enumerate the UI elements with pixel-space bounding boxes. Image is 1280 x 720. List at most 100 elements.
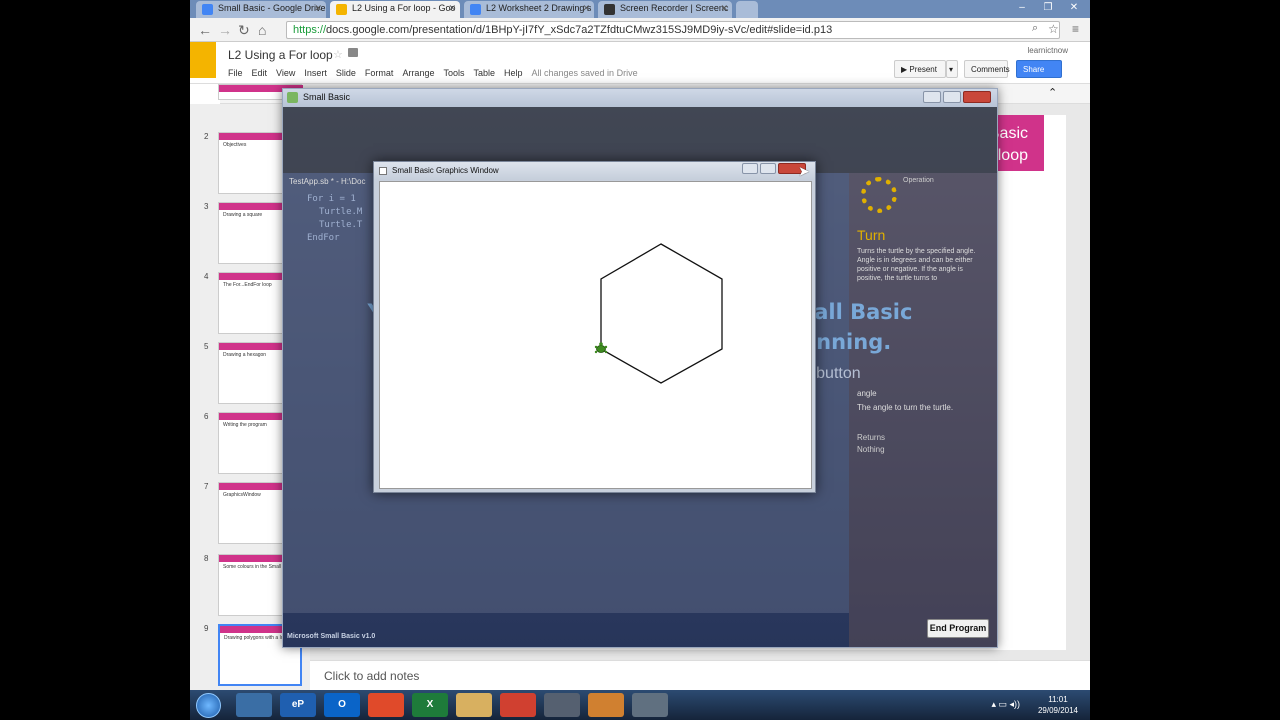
graphics-window-titlebar[interactable]: Small Basic Graphics Window <box>374 162 815 180</box>
menu-tools[interactable]: Tools <box>443 68 464 78</box>
speaker-notes[interactable]: Click to add notes <box>310 660 1090 690</box>
new-tab-button[interactable] <box>736 1 758 18</box>
url-field[interactable]: https://docs.google.com/presentation/d/1… <box>286 21 1060 39</box>
browser-tab-3[interactable]: L2 Worksheet 2 Drawing s ✕ <box>464 1 594 18</box>
taskbar-app[interactable] <box>236 693 272 717</box>
folder-icon[interactable] <box>348 48 358 57</box>
docs-icon <box>470 4 481 15</box>
star-icon[interactable]: ☆ <box>1048 22 1059 36</box>
browser-tab-2[interactable]: L2 Using a For loop - Goo ✕ <box>330 1 460 18</box>
drive-icon <box>202 4 213 15</box>
maximize-icon[interactable] <box>943 91 961 103</box>
taskbar-app[interactable] <box>632 693 668 717</box>
slide-number: 9 <box>204 624 209 633</box>
comments-button[interactable]: Comments <box>964 60 1010 78</box>
thumbnail-title: GraphicsWindow <box>223 492 261 498</box>
small-basic-titlebar[interactable]: Small Basic <box>283 89 997 107</box>
close-tab-icon[interactable]: ✕ <box>448 3 456 14</box>
minimize-icon[interactable] <box>923 91 941 103</box>
menu-bar: File Edit View Insert Slide Format Arrange Tool… <box>228 67 647 79</box>
windows-taskbar: eP O X ▴ ▭ ◂)) 11:01 29/09/2014 <box>190 690 1090 720</box>
close-tab-icon[interactable]: ✕ <box>314 3 322 14</box>
minimize-icon[interactable]: – <box>1010 0 1034 16</box>
user-name[interactable]: learnictnow <box>1028 46 1068 55</box>
share-button[interactable]: Share <box>1016 60 1062 78</box>
maximize-icon[interactable] <box>760 163 776 174</box>
hexagon-drawing <box>594 243 723 384</box>
thumbnail-title: Drawing a square <box>223 212 263 218</box>
help-title: Turn <box>857 227 886 243</box>
search-icon[interactable]: ⌕ <box>1032 22 1038 35</box>
clock[interactable]: 11:01 29/09/2014 <box>1038 694 1078 716</box>
window-icon <box>379 167 387 175</box>
menu-format[interactable]: Format <box>365 68 394 78</box>
menu-table[interactable]: Table <box>473 68 495 78</box>
present-dropdown[interactable]: ▾ <box>946 60 958 78</box>
close-icon[interactable]: ✕ <box>1062 0 1086 16</box>
hexagon-shape <box>600 243 723 384</box>
menu-edit[interactable]: Edit <box>252 68 268 78</box>
maximize-icon[interactable]: ❐ <box>1036 0 1060 16</box>
taskbar-app[interactable] <box>544 693 580 717</box>
taskbar-app[interactable]: eP <box>280 693 316 717</box>
forward-icon[interactable]: → <box>218 22 232 38</box>
start-button[interactable] <box>196 693 221 718</box>
taskbar-app[interactable] <box>500 693 536 717</box>
slides-logo-icon[interactable] <box>190 42 216 78</box>
code-lines: For i = 1 Turtle.M Turtle.T EndFor <box>307 194 363 243</box>
menu-insert[interactable]: Insert <box>304 68 327 78</box>
close-icon[interactable] <box>963 91 991 103</box>
gear-icon <box>861 177 897 213</box>
minimize-icon[interactable] <box>742 163 758 174</box>
end-program-button[interactable]: End Program <box>927 619 989 638</box>
save-status: All changes saved in Drive <box>531 68 638 78</box>
collapse-icon[interactable]: ⌃ <box>1048 86 1057 99</box>
thumbnail-title: Writing the program <box>223 422 267 428</box>
system-tray[interactable]: ▴ ▭ ◂)) <box>991 699 1020 710</box>
browser-tab-4[interactable]: Screen Recorder | Screenc ✕ <box>598 1 732 18</box>
slide-number: 6 <box>204 412 209 421</box>
taskbar-app[interactable] <box>456 693 492 717</box>
reload-icon[interactable]: ↻ <box>238 22 250 39</box>
close-tab-icon[interactable]: ✕ <box>582 3 590 14</box>
star-icon[interactable]: ☆ <box>333 48 343 61</box>
browser-tab-bar: Small Basic - Google Drive ✕ L2 Using a F… <box>190 0 1090 18</box>
small-basic-icon <box>287 92 298 103</box>
menu-file[interactable]: File <box>228 68 243 78</box>
thumbnail-title: The For...EndFor loop <box>223 282 272 288</box>
turtle-icon <box>594 342 608 354</box>
taskbar-app[interactable]: X <box>412 693 448 717</box>
graphics-canvas[interactable] <box>379 181 812 489</box>
address-bar-row: ← → ↻ ⌂ https://docs.google.com/presenta… <box>190 18 1090 42</box>
small-basic-version: Microsoft Small Basic v1.0 <box>287 633 376 640</box>
graphics-window: Small Basic Graphics Window <box>373 161 816 493</box>
help-returns-value: Nothing <box>857 445 885 454</box>
editor-tab[interactable]: TestApp.sb * - H:\Doc <box>289 177 365 186</box>
slides-icon <box>336 4 347 15</box>
menu-icon[interactable]: ≡ <box>1072 22 1079 36</box>
slide-number: 7 <box>204 482 209 491</box>
present-button[interactable]: ▶ Present <box>894 60 946 78</box>
window-controls: – ❐ ✕ <box>1010 0 1090 17</box>
close-tab-icon[interactable]: ✕ <box>720 3 728 14</box>
browser-tab-1[interactable]: Small Basic - Google Drive ✕ <box>196 1 326 18</box>
document-title[interactable]: L2 Using a For loop <box>228 48 333 62</box>
taskbar-app[interactable] <box>588 693 624 717</box>
menu-slide[interactable]: Slide <box>336 68 356 78</box>
taskbar-app[interactable] <box>368 693 404 717</box>
mouse-cursor-icon: ➤ <box>798 163 810 179</box>
help-param-desc: The angle to turn the turtle. <box>857 403 954 412</box>
chevron-down-icon: ▾ <box>949 65 954 74</box>
back-icon[interactable]: ← <box>198 22 212 38</box>
help-returns: Returns <box>857 433 886 442</box>
help-param: angle <box>857 389 877 398</box>
thumbnail-title: Drawing a hexagon <box>223 352 267 358</box>
slides-app-bar: L2 Using a For loop ☆ File Edit View Insert… <box>190 42 1090 84</box>
menu-help[interactable]: Help <box>504 68 523 78</box>
menu-view[interactable]: View <box>276 68 295 78</box>
menu-arrange[interactable]: Arrange <box>402 68 434 78</box>
home-icon[interactable]: ⌂ <box>258 22 266 38</box>
slide-number: 4 <box>204 272 209 281</box>
slide-number: 2 <box>204 132 209 141</box>
taskbar-app[interactable]: O <box>324 693 360 717</box>
